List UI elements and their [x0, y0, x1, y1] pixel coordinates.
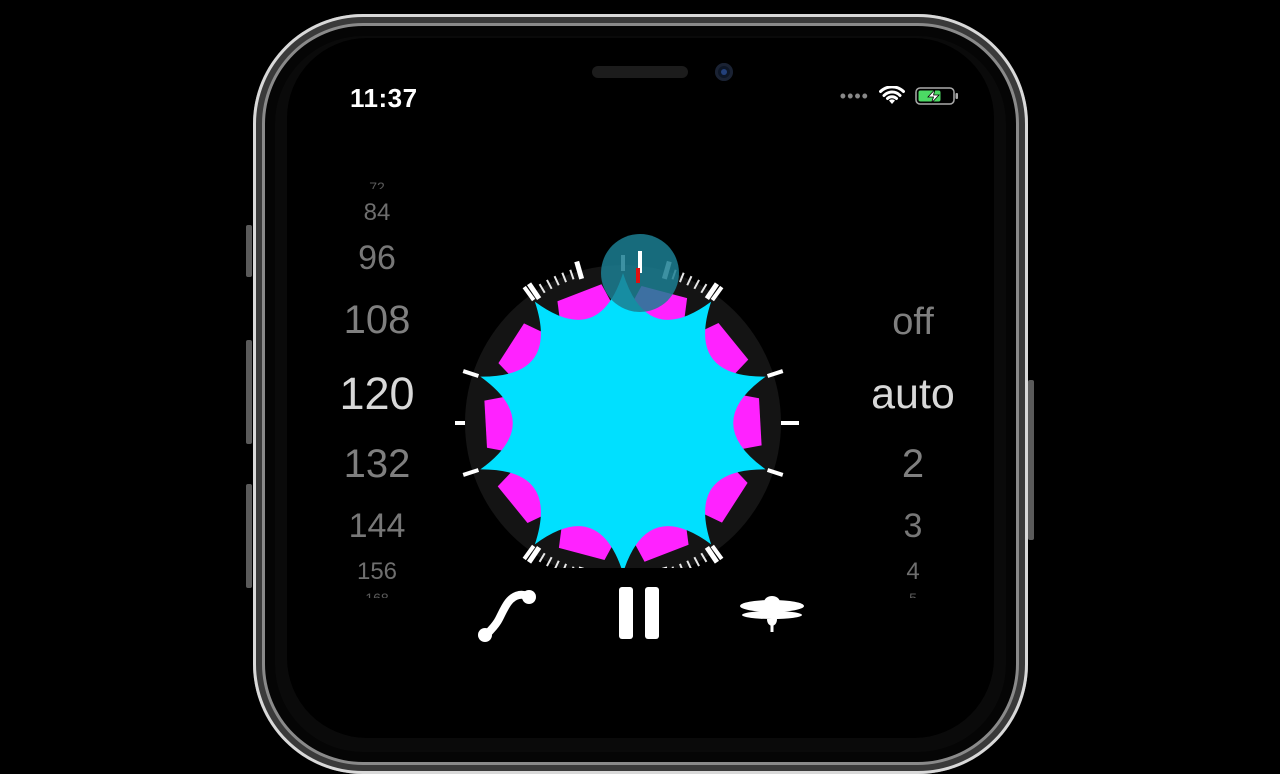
subdivision-value: off [892, 301, 934, 343]
wifi-icon [879, 86, 905, 104]
phone-screen: 11:37 •••• 72 84 96 108 120 132 144 156 … [287, 38, 994, 738]
volume-up-button [246, 340, 252, 444]
pause-icon[interactable] [617, 585, 663, 641]
tempo-value: 168 [292, 591, 462, 598]
beat-dial[interactable] [455, 188, 825, 568]
cellular-signal-icon: •••• [839, 86, 869, 106]
subdivision-picker[interactable]: off auto 2 3 4 5 [828, 178, 994, 598]
subdivision-value: 4 [906, 558, 920, 585]
status-time: 11:37 [350, 83, 418, 113]
subdivision-value-selected[interactable]: auto [828, 373, 994, 416]
silent-switch [246, 225, 252, 277]
earpiece-speaker [592, 66, 688, 78]
battery-charging-icon [915, 87, 958, 105]
tempo-picker[interactable]: 72 84 96 108 120 132 144 156 168 [292, 178, 462, 598]
tempo-value-selected[interactable]: 120 [292, 371, 462, 416]
tempo-value: 132 [343, 442, 411, 486]
subdivision-value: 5 [828, 591, 994, 598]
curve-icon[interactable] [475, 583, 539, 645]
status-icons: •••• [840, 86, 959, 106]
tempo-value: 108 [343, 298, 411, 342]
side-button [1028, 380, 1034, 540]
tempo-value: 156 [356, 558, 398, 585]
volume-down-button [246, 484, 252, 588]
subdivision-value: 3 [903, 507, 923, 545]
front-camera [715, 63, 733, 81]
tempo-value: 84 [363, 199, 391, 226]
cymbal-icon[interactable] [737, 588, 807, 638]
tempo-value: 72 [369, 180, 385, 189]
tempo-value: 96 [358, 239, 396, 277]
subdivision-value: 2 [901, 442, 925, 486]
tempo-value: 144 [348, 507, 406, 545]
